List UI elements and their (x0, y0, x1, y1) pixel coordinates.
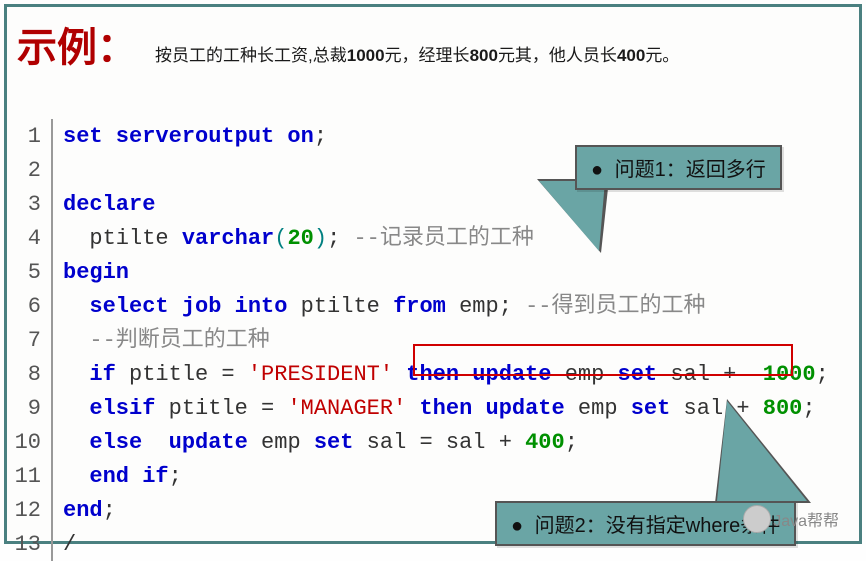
code-content: declare (63, 188, 155, 221)
gutter-line (51, 527, 53, 561)
code-line: 4 ptilte varchar(20); --记录员工的工种 (7, 221, 859, 255)
code-content: if ptitle = 'PRESIDENT' then update emp … (63, 358, 829, 391)
line-number: 6 (7, 290, 51, 323)
line-number: 10 (7, 426, 51, 459)
title-row: 示例 ： 按员工的工种长工资,总裁1000元，经理长800元其，他人员长400元… (7, 7, 859, 79)
callout-1-text: 问题1：返回多行 (615, 159, 766, 181)
gutter-line (51, 323, 53, 357)
line-number: 11 (7, 460, 51, 493)
gutter-line (51, 425, 53, 459)
title-desc: 按员工的工种长工资,总裁1000元，经理长800元其，他人员长400元。 (155, 41, 679, 66)
gutter-line (51, 459, 53, 493)
line-number: 1 (7, 120, 51, 153)
title-main: 示例 (17, 15, 97, 73)
gutter-line (51, 119, 53, 153)
line-number: 5 (7, 256, 51, 289)
code-content: select job into ptilte from emp; --得到员工的… (63, 290, 706, 323)
line-number: 13 (7, 528, 51, 561)
code-content: set serveroutput on; (63, 120, 327, 153)
watermark-avatar-icon (743, 505, 771, 533)
code-content: elsif ptitle = 'MANAGER' then update emp… (63, 392, 816, 425)
gutter-line (51, 357, 53, 391)
code-line: 8 if ptitle = 'PRESIDENT' then update em… (7, 357, 859, 391)
line-number: 12 (7, 494, 51, 527)
code-line: 7 --判断员工的工种 (7, 323, 859, 357)
gutter-line (51, 221, 53, 255)
pointer-arrow-2-icon (717, 401, 807, 501)
gutter-line (51, 493, 53, 527)
line-number: 4 (7, 222, 51, 255)
code-content: --判断员工的工种 (63, 324, 270, 357)
gutter-line (51, 255, 53, 289)
watermark: Java帮帮 (743, 505, 839, 533)
code-content: end if; (63, 460, 182, 493)
title-colon: ： (97, 15, 137, 73)
gutter-line (51, 153, 53, 187)
line-number: 8 (7, 358, 51, 391)
code-line: 6 select job into ptilte from emp; --得到员… (7, 289, 859, 323)
code-content: ptilte varchar(20); --记录员工的工种 (63, 222, 534, 255)
watermark-text: Java帮帮 (773, 507, 839, 531)
bullet-icon: ● (591, 159, 603, 181)
code-content: end; (63, 494, 116, 527)
gutter-line (51, 289, 53, 323)
code-content: begin (63, 256, 129, 289)
code-content: / (63, 528, 76, 561)
line-number: 7 (7, 324, 51, 357)
callout-problem-1: ● 问题1：返回多行 (575, 145, 782, 190)
line-number: 9 (7, 392, 51, 425)
code-content: else update emp set sal = sal + 400; (63, 426, 578, 459)
line-number: 2 (7, 154, 51, 187)
gutter-line (51, 187, 53, 221)
bullet-icon: ● (511, 515, 523, 537)
code-line: 5 begin (7, 255, 859, 289)
line-number: 3 (7, 188, 51, 221)
code-line: 3 declare (7, 187, 859, 221)
pointer-arrow-1-icon (539, 181, 605, 251)
gutter-line (51, 391, 53, 425)
page-frame: 示例 ： 按员工的工种长工资,总裁1000元，经理长800元其，他人员长400元… (4, 4, 862, 544)
